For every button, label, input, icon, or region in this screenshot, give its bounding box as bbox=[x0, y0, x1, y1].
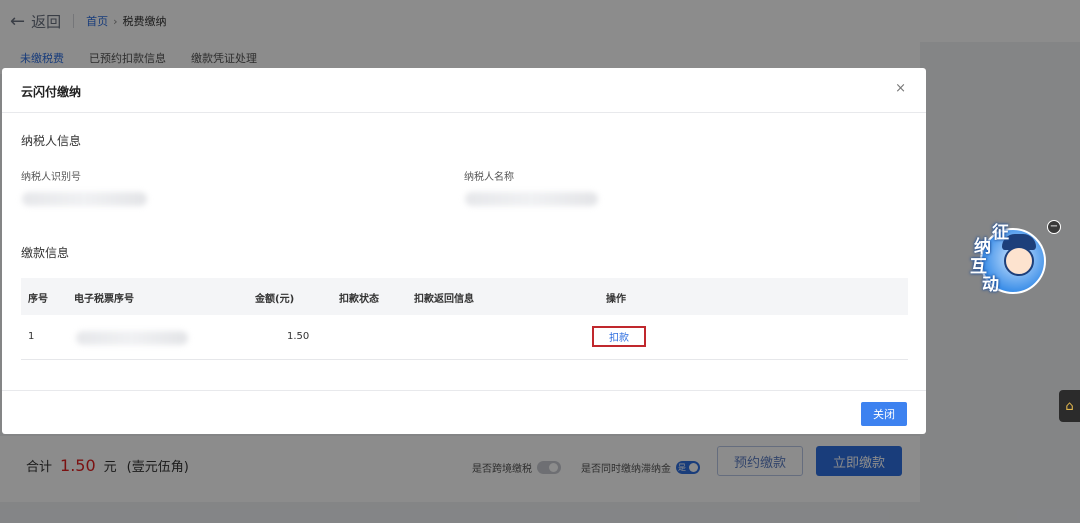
column-header: 电子税票序号 bbox=[74, 294, 134, 305]
close-icon[interactable]: × bbox=[895, 81, 906, 96]
column-header: 序号 bbox=[28, 294, 48, 305]
mouse-icon: ⌂ bbox=[1065, 398, 1074, 414]
assistant-widget[interactable]: 征 纳 互 动 − bbox=[970, 220, 1061, 298]
taxpayer-id-value-redacted bbox=[22, 192, 147, 206]
deduct-button[interactable]: 扣款 bbox=[592, 326, 646, 347]
dialog-footer: 关闭 bbox=[2, 390, 926, 435]
table-header: 序号 电子税票序号 金额(元) 扣款状态 扣款返回信息 操作 bbox=[21, 278, 908, 315]
widget-char: 征 bbox=[992, 223, 1009, 243]
minimize-widget-button[interactable]: − bbox=[1047, 220, 1061, 234]
widget-char: 动 bbox=[982, 275, 999, 295]
officer-face-icon bbox=[1004, 246, 1034, 276]
taxpayer-name-value-redacted bbox=[465, 192, 598, 206]
close-button[interactable]: 关闭 bbox=[861, 402, 907, 426]
payment-section-title: 缴款信息 bbox=[21, 246, 70, 260]
payment-table: 序号 电子税票序号 金额(元) 扣款状态 扣款返回信息 操作 1 1.50 扣款 bbox=[21, 278, 908, 360]
unionpay-payment-dialog: 云闪付缴纳 × 纳税人信息 纳税人识别号 纳税人名称 缴款信息 序号 电子税票序… bbox=[2, 68, 926, 434]
taxpayer-section-title: 纳税人信息 bbox=[21, 134, 82, 148]
row-amount: 1.50 bbox=[287, 331, 310, 342]
ticket-number-redacted bbox=[76, 331, 188, 345]
column-header: 操作 bbox=[606, 294, 626, 305]
column-header: 扣款状态 bbox=[339, 294, 379, 305]
dialog-title: 云闪付缴纳 bbox=[21, 85, 82, 99]
column-header: 扣款返回信息 bbox=[414, 294, 474, 305]
taxpayer-id-label: 纳税人识别号 bbox=[21, 172, 81, 183]
column-header: 金额(元) bbox=[255, 294, 295, 305]
table-row: 1 1.50 扣款 bbox=[21, 315, 908, 360]
taxpayer-name-label: 纳税人名称 bbox=[464, 172, 514, 183]
side-toolbar-handle[interactable]: ⌂ bbox=[1059, 390, 1080, 422]
row-index: 1 bbox=[28, 331, 35, 342]
dialog-header: 云闪付缴纳 × bbox=[2, 68, 926, 113]
